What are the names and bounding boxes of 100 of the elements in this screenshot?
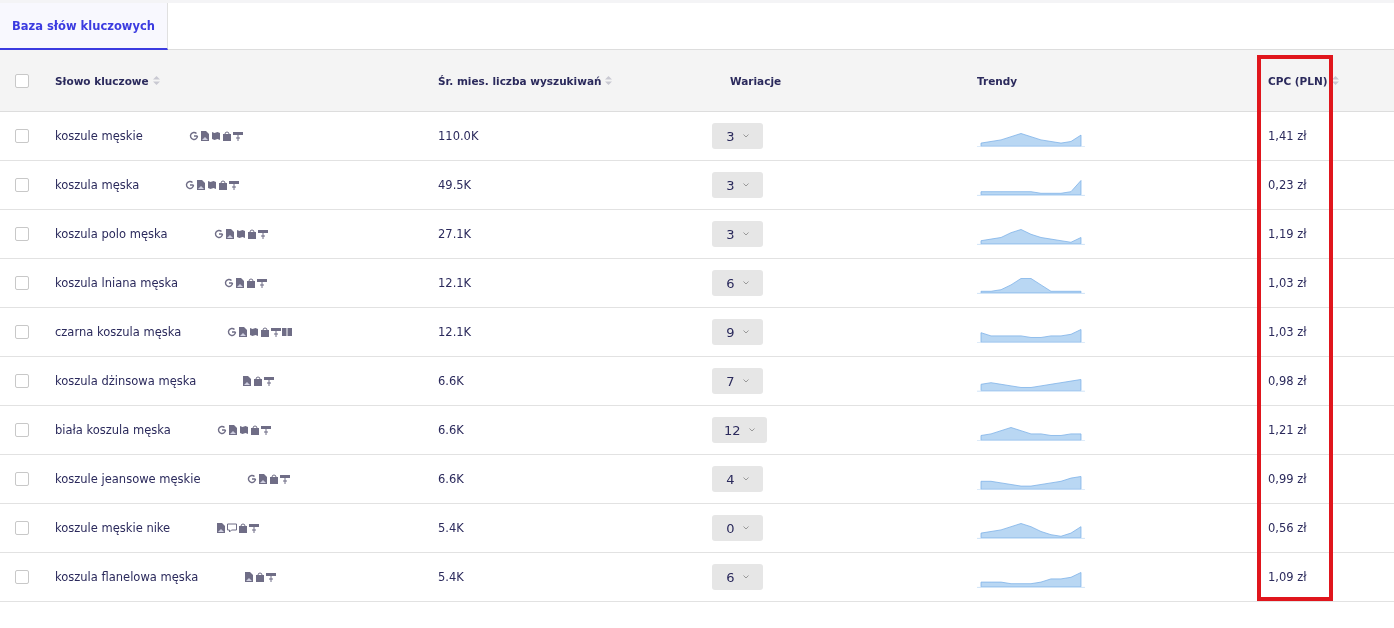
- cpc-value: 0,56 zł: [1268, 521, 1307, 535]
- keyword-text: koszule jeansowe męskie: [55, 472, 201, 486]
- cpc-value: 0,98 zł: [1268, 374, 1307, 388]
- ads-icon: [279, 474, 290, 484]
- image-icon: [238, 327, 249, 337]
- google-icon: [213, 229, 224, 239]
- search-volume: 49.5K: [438, 178, 472, 192]
- shopping-bag-icon: [221, 131, 232, 141]
- image-icon: [257, 474, 268, 484]
- variations-dropdown[interactable]: 7: [712, 368, 763, 394]
- caret-icon: [742, 232, 749, 236]
- row-checkbox[interactable]: [15, 570, 29, 584]
- map-icon: [235, 229, 246, 239]
- search-volume: 12.1K: [438, 325, 472, 339]
- book-icon: [282, 327, 293, 337]
- column-header: Słowo kluczowe: [55, 74, 149, 87]
- variations-dropdown[interactable]: 6: [712, 270, 763, 296]
- row-checkbox[interactable]: [15, 472, 29, 486]
- column-header: Wariacje: [730, 74, 782, 87]
- ads-icon: [229, 180, 240, 190]
- column-header: CPC (PLN): [1268, 74, 1328, 87]
- shopping-bag-icon: [238, 523, 249, 533]
- cpc-value: 1,19 zł: [1268, 227, 1307, 241]
- image-icon: [199, 131, 210, 141]
- variations-dropdown[interactable]: 9: [712, 319, 763, 345]
- tab[interactable]: Baza słów kluczowych: [0, 3, 168, 50]
- variations-dropdown[interactable]: 0: [712, 515, 763, 541]
- caret-icon: [742, 526, 749, 530]
- variations-dropdown[interactable]: 4: [712, 466, 763, 492]
- image-icon: [216, 523, 227, 533]
- google-icon: [224, 278, 234, 288]
- variations-dropdown[interactable]: 12: [712, 417, 767, 443]
- search-volume: 5.4K: [438, 521, 464, 535]
- variations-dropdown[interactable]: 3: [712, 221, 763, 247]
- variations-dropdown[interactable]: 3: [712, 172, 763, 198]
- google-icon: [227, 327, 238, 337]
- search-volume: 5.4K: [438, 570, 464, 584]
- google-icon: [246, 474, 257, 484]
- search-volume: 12.1K: [438, 276, 472, 290]
- ads-icon: [257, 229, 268, 239]
- cpc-value: 1,21 zł: [1268, 423, 1307, 437]
- ads-icon: [266, 572, 277, 582]
- map-icon: [207, 180, 218, 190]
- row-checkbox[interactable]: [15, 521, 29, 535]
- image-icon: [227, 425, 238, 435]
- shopping-bag-icon: [246, 229, 257, 239]
- caret-icon: [742, 281, 749, 285]
- search-volume: 6.6K: [438, 472, 464, 486]
- google-icon: [188, 131, 199, 141]
- select-all-checkbox[interactable]: [15, 73, 29, 88]
- image-icon: [244, 572, 255, 582]
- ads-icon: [264, 376, 275, 386]
- google-icon: [185, 180, 196, 190]
- search-volume: 110.0K: [438, 129, 479, 143]
- map-icon: [238, 425, 249, 435]
- column-header: Trendy: [977, 74, 1018, 87]
- row-checkbox[interactable]: [15, 374, 29, 388]
- keyword-text: koszula dżinsowa męska: [55, 374, 197, 388]
- ads-icon: [232, 131, 243, 141]
- row-checkbox[interactable]: [15, 276, 29, 290]
- row-checkbox[interactable]: [15, 423, 29, 437]
- shopping-bag-icon: [218, 180, 229, 190]
- cpc-value: 1,03 zł: [1268, 276, 1307, 290]
- search-volume: 27.1K: [438, 227, 472, 241]
- keyword-text: koszule męskie: [55, 129, 143, 143]
- ads-icon: [249, 523, 260, 533]
- cpc-value: 1,41 zł: [1268, 129, 1307, 143]
- keyword-text: czarna koszula męska: [55, 325, 182, 339]
- shopping-bag-icon: [246, 278, 256, 288]
- keyword-text: koszula męska: [55, 178, 140, 192]
- cpc-value: 0,99 zł: [1268, 472, 1307, 486]
- ads-icon: [271, 327, 282, 337]
- variations-dropdown[interactable]: 3: [712, 123, 763, 149]
- caret-icon: [748, 428, 755, 432]
- map-icon: [210, 131, 221, 141]
- google-icon: [216, 425, 227, 435]
- row-checkbox[interactable]: [15, 325, 29, 339]
- cpc-value: 0,23 zł: [1268, 178, 1307, 192]
- chat-icon: [227, 523, 238, 533]
- sort-icon[interactable]: [1331, 76, 1339, 85]
- keyword-text: koszula polo męska: [55, 227, 168, 241]
- shopping-bag-icon: [253, 376, 264, 386]
- variations-dropdown[interactable]: 6: [712, 564, 763, 590]
- shopping-bag-icon: [255, 572, 266, 582]
- ads-icon: [257, 278, 267, 288]
- keyword-text: koszula lniana męska: [55, 276, 178, 290]
- row-checkbox[interactable]: [15, 178, 29, 192]
- caret-icon: [742, 134, 749, 138]
- row-checkbox[interactable]: [15, 227, 29, 241]
- cpc-value: 1,09 zł: [1268, 570, 1307, 584]
- search-volume: 6.6K: [438, 423, 464, 437]
- caret-icon: [742, 379, 749, 383]
- keyword-text: koszule męskie nike: [55, 521, 171, 535]
- map-icon: [249, 327, 260, 337]
- shopping-bag-icon: [268, 474, 279, 484]
- cpc-value: 1,03 zł: [1268, 325, 1307, 339]
- caret-icon: [742, 477, 749, 481]
- row-checkbox[interactable]: [15, 129, 29, 143]
- shopping-bag-icon: [249, 425, 260, 435]
- caret-icon: [742, 330, 749, 334]
